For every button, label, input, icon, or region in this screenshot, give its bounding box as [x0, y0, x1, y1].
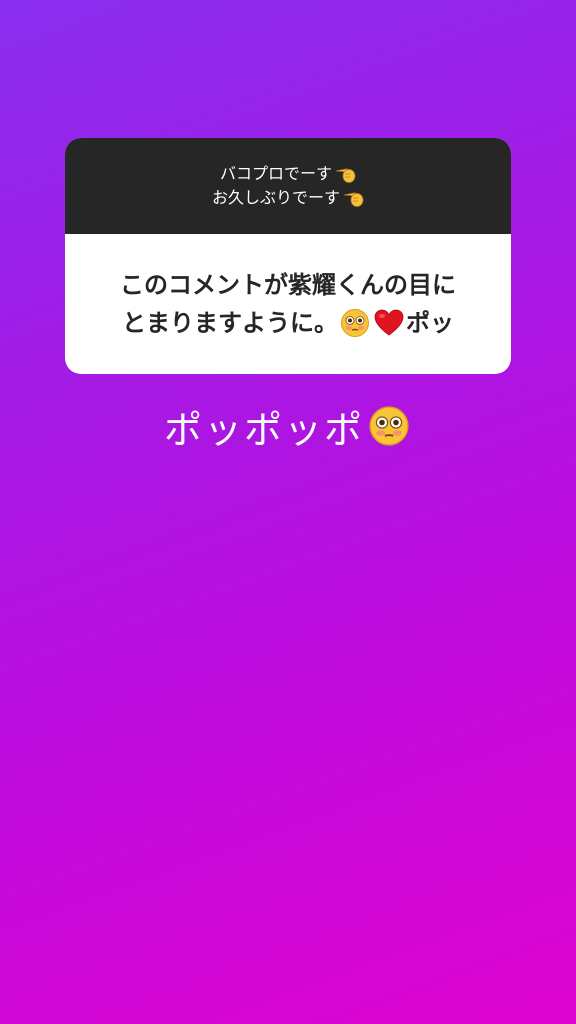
- prompt-text-2: お久しぶりでーす: [211, 188, 340, 207]
- prompt-line-2: お久しぶりでーす: [212, 186, 364, 210]
- pointing-hand-icon: [335, 168, 356, 183]
- flushed-face-icon: [341, 309, 369, 337]
- pointing-hand-icon: [343, 192, 364, 207]
- question-sticker-card: バコプロでーす お久しぶりでーす このコメントが紫耀くんの目に とまりますように…: [65, 138, 511, 374]
- answer-line-2-suffix: ポッ: [406, 309, 454, 337]
- caption-text: ポッポッポ: [163, 407, 364, 452]
- question-prompt: バコプロでーす お久しぶりでーす: [65, 138, 511, 234]
- red-heart-icon: [374, 309, 404, 336]
- answer-line-2-text: とまりますように。: [122, 309, 338, 337]
- answer-text: このコメントが紫耀くんの目に とまりますように。 ポッ: [65, 234, 511, 374]
- answer-line-1: このコメントが紫耀くんの目に: [120, 271, 456, 299]
- story-caption: ポッポッポ: [0, 398, 576, 454]
- prompt-text-1: バコプロでーす: [219, 164, 332, 183]
- prompt-line-1: バコプロでーす: [220, 162, 356, 186]
- flushed-face-icon: [369, 406, 409, 446]
- answer-line-2: とまりますように。 ポッ: [122, 304, 454, 342]
